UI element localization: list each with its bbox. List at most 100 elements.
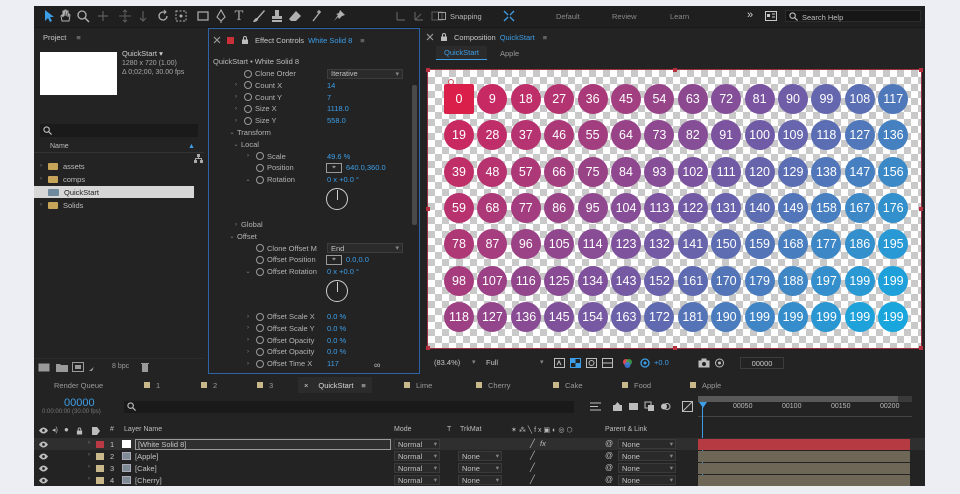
draft-3d-icon[interactable] bbox=[612, 401, 623, 412]
bit-depth-button[interactable]: 8 bpc bbox=[112, 363, 129, 370]
effect-prop-value[interactable]: 0 x +0.0 ° bbox=[327, 175, 359, 184]
transform-handle[interactable] bbox=[426, 68, 430, 72]
trkmat-header[interactable]: TrkMat bbox=[460, 426, 482, 433]
transform-handle[interactable] bbox=[919, 346, 923, 350]
parent-dropdown[interactable]: None bbox=[618, 451, 676, 461]
quality-switch-icon[interactable]: ╱ bbox=[530, 451, 535, 460]
blend-mode-dropdown[interactable]: Normal bbox=[394, 451, 440, 461]
layer-row[interactable]: › 1 [White Solid 8]Normal ╱ fx @ None bbox=[34, 438, 925, 450]
close-panel-icon[interactable] bbox=[213, 36, 221, 44]
composition-menu-icon[interactable]: ≡ bbox=[543, 33, 547, 42]
twirl-toggle-icon[interactable]: › bbox=[245, 348, 251, 356]
stopwatch-icon[interactable] bbox=[256, 336, 264, 345]
workspace-default[interactable]: Default bbox=[556, 12, 580, 21]
effect-prop-value[interactable]: 49.6 % bbox=[327, 152, 350, 161]
twirl-toggle-icon[interactable]: ⌄ bbox=[229, 129, 235, 137]
new-folder-icon[interactable] bbox=[56, 362, 68, 372]
pan-camera-icon[interactable] bbox=[118, 9, 132, 23]
transform-handle[interactable] bbox=[426, 346, 430, 350]
stopwatch-icon[interactable] bbox=[256, 163, 264, 172]
composition-canvas[interactable]: 0 9 18 27 36 45 54 63 72 81 90 99 108 117 19 28 37 46 55 64… bbox=[426, 68, 923, 350]
rotation-dial[interactable] bbox=[326, 188, 348, 210]
workspace-learn[interactable]: Learn bbox=[670, 12, 689, 21]
layer-duration-bar[interactable] bbox=[698, 438, 910, 450]
layer-label-color[interactable] bbox=[96, 465, 104, 472]
workspace-review[interactable]: Review bbox=[612, 12, 637, 21]
zoom-dropdown[interactable]: (83.4%) bbox=[434, 358, 460, 367]
timeline-tab-lime[interactable]: Lime bbox=[404, 377, 432, 393]
stopwatch-icon[interactable] bbox=[256, 152, 264, 161]
name-column-header[interactable]: Name bbox=[50, 143, 69, 150]
current-time-field[interactable]: 00000 bbox=[740, 357, 784, 369]
layer-twirl-icon[interactable]: › bbox=[88, 476, 94, 484]
resolution-dropdown-arrow-icon[interactable]: ▾ bbox=[540, 358, 544, 366]
puppet-pin-tool-icon[interactable] bbox=[332, 9, 346, 23]
quality-switch-icon[interactable]: ╱ bbox=[530, 439, 535, 448]
twirl-toggle-icon[interactable]: › bbox=[233, 105, 239, 113]
project-item-solids[interactable]: › Solids bbox=[34, 199, 194, 211]
twirl-toggle-icon[interactable]: › bbox=[245, 324, 251, 332]
rotate-tool-icon[interactable] bbox=[156, 9, 170, 23]
effect-switch-icon[interactable]: fx bbox=[540, 439, 546, 448]
stopwatch-icon[interactable] bbox=[244, 116, 252, 125]
transform-handle[interactable] bbox=[673, 346, 677, 350]
visibility-eye-icon[interactable] bbox=[39, 441, 48, 448]
timeline-tab-cake[interactable]: Cake bbox=[553, 377, 583, 393]
layer-duration-bar[interactable] bbox=[698, 462, 910, 474]
twirl-toggle-icon[interactable]: › bbox=[233, 117, 239, 125]
world-axis-icon[interactable] bbox=[412, 9, 426, 23]
pick-whip-icon[interactable]: @ bbox=[605, 451, 613, 460]
adobe-media-encoder-icon[interactable] bbox=[88, 362, 100, 372]
blend-mode-dropdown[interactable]: Normal bbox=[394, 475, 440, 485]
layer-name[interactable]: [Cake] bbox=[135, 462, 157, 474]
expand-chevron-icon[interactable]: › bbox=[34, 202, 48, 208]
transform-handle[interactable] bbox=[919, 68, 923, 72]
project-menu-icon[interactable]: ≡ bbox=[76, 33, 80, 42]
stopwatch-icon[interactable] bbox=[256, 244, 264, 253]
project-item-assets[interactable]: › assets bbox=[34, 160, 194, 172]
timeline-tab-food[interactable]: Food bbox=[622, 377, 651, 393]
layer-name-header[interactable]: Layer Name bbox=[124, 426, 162, 433]
rotation-dial[interactable] bbox=[326, 280, 348, 302]
frame-blending-icon[interactable] bbox=[644, 401, 655, 412]
comp-name[interactable]: QuickStart ▾ bbox=[122, 49, 163, 58]
visibility-header-icon[interactable] bbox=[39, 427, 48, 434]
blend-mode-dropdown[interactable]: Normal bbox=[394, 439, 440, 449]
composition-name[interactable]: QuickStart bbox=[500, 33, 535, 42]
stopwatch-icon[interactable] bbox=[244, 69, 252, 78]
layer-twirl-icon[interactable]: › bbox=[88, 452, 94, 460]
twirl-toggle-icon[interactable]: › bbox=[245, 360, 251, 368]
parent-dropdown[interactable]: None bbox=[618, 475, 676, 485]
effect-prop-value[interactable]: 7 bbox=[327, 93, 331, 102]
tab-menu-icon[interactable]: ≡ bbox=[361, 381, 365, 390]
quality-switch-icon[interactable]: ╱ bbox=[530, 463, 535, 472]
link-icon[interactable]: ∞ bbox=[374, 360, 380, 370]
track-matte-dropdown[interactable]: None bbox=[458, 451, 502, 461]
anchor-point-tool-icon[interactable] bbox=[174, 9, 188, 23]
layer-name[interactable]: [Apple] bbox=[135, 450, 158, 462]
clone-stamp-tool-icon[interactable] bbox=[270, 9, 284, 23]
effect-prop-value[interactable]: 558.0 bbox=[327, 116, 346, 125]
solo-header-icon[interactable]: ● bbox=[64, 425, 69, 434]
composition-title[interactable]: Composition bbox=[454, 33, 496, 42]
twirl-toggle-icon[interactable]: ⌄ bbox=[229, 232, 235, 240]
stopwatch-icon[interactable] bbox=[256, 175, 264, 184]
stopwatch-icon[interactable] bbox=[256, 324, 264, 333]
timeline-tab-cherry[interactable]: Cherry bbox=[476, 377, 511, 393]
flowchart-icon[interactable] bbox=[194, 154, 203, 163]
zoom-tool-icon[interactable] bbox=[76, 9, 90, 23]
brush-tool-icon[interactable] bbox=[252, 9, 266, 23]
show-snapshot-icon[interactable] bbox=[714, 358, 725, 368]
effect-prop-value[interactable]: 14 bbox=[327, 81, 335, 90]
transparency-grid-icon[interactable] bbox=[570, 358, 581, 368]
stopwatch-icon[interactable] bbox=[244, 81, 252, 90]
mode-header[interactable]: Mode bbox=[394, 426, 412, 433]
layer-row[interactable]: › 2 [Apple] Normal None ╱ @ None bbox=[34, 450, 925, 462]
timeline-tab-1[interactable]: 1 bbox=[144, 377, 160, 393]
guides-icon[interactable] bbox=[602, 358, 613, 368]
snapshot-camera-icon[interactable] bbox=[698, 358, 710, 368]
parent-dropdown[interactable]: None bbox=[618, 463, 676, 473]
layer-label-color[interactable] bbox=[96, 441, 104, 448]
time-navigator[interactable] bbox=[698, 396, 912, 402]
project-item-quickstart[interactable]: QuickStart bbox=[34, 186, 194, 198]
